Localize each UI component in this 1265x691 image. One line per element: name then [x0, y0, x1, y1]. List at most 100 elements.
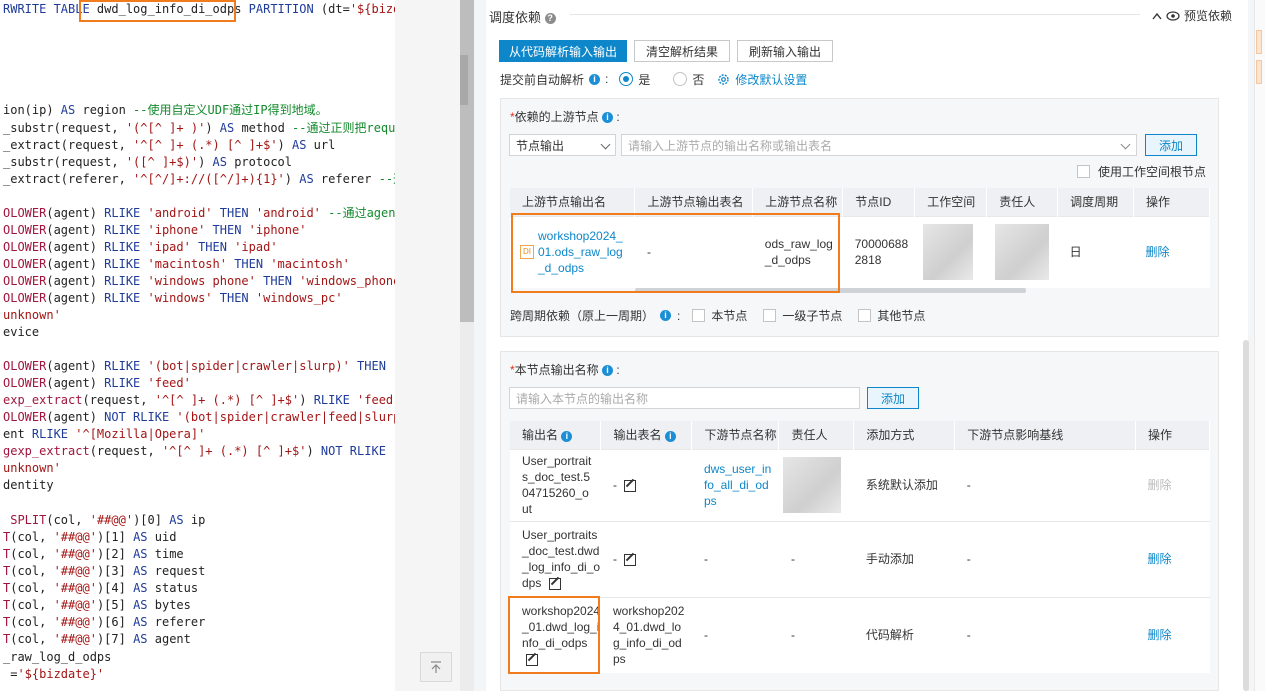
- code-token: SPLIT: [10, 513, 47, 527]
- owner-cell: -: [778, 596, 854, 673]
- eye-icon: [1166, 10, 1180, 21]
- code-token: OLOWER: [3, 274, 47, 288]
- gear-icon[interactable]: [717, 73, 730, 86]
- code-token: )[7]: [96, 632, 134, 646]
- use-root-node-checkbox[interactable]: 使用工作空间根节点: [1077, 163, 1206, 180]
- code-token: RLIKE: [104, 359, 141, 373]
- code-line: evice: [3, 324, 39, 341]
- edit-icon[interactable]: [548, 577, 561, 590]
- code-line: OLOWER(agent) RLIKE '(bot|spider|crawler…: [3, 358, 395, 375]
- radio-yes[interactable]: [619, 72, 634, 86]
- output-name-input[interactable]: 请输入本节点的输出名称: [509, 387, 860, 409]
- code-token: 'cr: [386, 359, 395, 373]
- checkbox-this-node[interactable]: [692, 309, 706, 322]
- table-row: User_portraits_doc_test.504715260_out - …: [510, 448, 1210, 521]
- upstream-type-select[interactable]: 节点输出: [509, 134, 616, 156]
- panel-scrollbar[interactable]: [1243, 340, 1249, 691]
- action-cell: 删除: [1135, 448, 1210, 521]
- delete-link[interactable]: 删除: [1148, 628, 1172, 642]
- code-token: (col,: [10, 547, 54, 561]
- clear-parse-button[interactable]: 清空解析结果: [634, 40, 730, 62]
- add-output-button[interactable]: 添加: [867, 387, 919, 409]
- code-token: '^[^ ]+ (.*) [^ ]+$': [154, 393, 300, 407]
- code-token: unknown': [3, 461, 61, 475]
- code-token: '##@@': [89, 513, 134, 527]
- code-token: (dt=: [320, 2, 350, 16]
- code-token: PARTITION: [241, 2, 321, 16]
- code-token: --通过: [378, 172, 395, 186]
- back-to-top-button[interactable]: [420, 652, 452, 682]
- info-icon[interactable]: i: [589, 73, 601, 85]
- sidebar-tab[interactable]: [1256, 30, 1262, 54]
- info-icon[interactable]: i: [602, 365, 614, 377]
- owner-cell: -: [778, 520, 854, 597]
- code-token: ): [299, 393, 314, 407]
- code-token: time: [147, 547, 184, 561]
- checkbox-other-node[interactable]: [858, 309, 872, 322]
- table-horizontal-scrollbar[interactable]: [635, 288, 1026, 293]
- code-token: request: [147, 564, 206, 578]
- help-icon[interactable]: ?: [544, 13, 556, 25]
- modify-default-settings-link[interactable]: 修改默认设置: [735, 71, 807, 88]
- add-upstream-button[interactable]: 添加: [1145, 134, 1197, 156]
- radio-no[interactable]: [673, 72, 688, 86]
- delete-link[interactable]: 删除: [1146, 245, 1170, 259]
- code-line: OLOWER(agent) RLIKE 'feed': [3, 375, 191, 392]
- table-row: workshop2024_01.dwd_log_info_di_odps wor…: [510, 596, 1210, 673]
- info-icon[interactable]: i: [561, 430, 573, 442]
- code-token: evice: [3, 325, 40, 339]
- code-token: (request,: [89, 444, 162, 458]
- code-line: exp_extract(request, '^[^ ]+ (.*) [^ ]+$…: [3, 392, 395, 409]
- info-icon[interactable]: i: [602, 112, 614, 124]
- code-token: _substr(request,: [3, 155, 126, 169]
- code-token: 'windows_phone': [299, 274, 395, 288]
- parse-from-code-button[interactable]: 从代码解析输入输出: [499, 40, 627, 62]
- code-line: OLOWER(agent) RLIKE 'ipad' THEN 'ipad': [3, 239, 278, 256]
- checkbox-child-node[interactable]: [763, 309, 777, 322]
- refresh-io-button[interactable]: 刷新输入输出: [737, 40, 833, 62]
- edit-icon[interactable]: [624, 479, 637, 492]
- editor-scrollbar-thumb[interactable]: [460, 0, 474, 322]
- code-line: T(col, '##@@')[2] AS time: [3, 546, 184, 563]
- code-token: region: [75, 103, 134, 117]
- preview-dependency[interactable]: 预览依赖: [1152, 7, 1232, 24]
- delete-link[interactable]: 删除: [1148, 552, 1172, 566]
- edit-icon[interactable]: [526, 654, 538, 667]
- code-line: RWRITE TABLE dwd_log_info_di_odps PARTIT…: [3, 1, 395, 18]
- sidebar-tab[interactable]: [1256, 60, 1262, 84]
- code-token: AS: [292, 138, 307, 152]
- info-icon[interactable]: i: [664, 430, 676, 442]
- chevron-up-icon[interactable]: [1152, 12, 1162, 20]
- code-token: AS: [133, 632, 148, 646]
- chevron-down-icon: [1120, 139, 1131, 150]
- code-token: uid: [147, 530, 177, 544]
- code-token: --通过agent得: [328, 206, 395, 220]
- code-token: =: [3, 667, 18, 681]
- code-token: 'windows_pc': [248, 291, 343, 305]
- code-editor[interactable]: RWRITE TABLE dwd_log_info_di_odps PARTIT…: [0, 0, 395, 691]
- edit-icon[interactable]: [624, 553, 637, 566]
- divider: [570, 14, 1140, 15]
- downstream-node-cell: dws_user_info_all_di_odps: [691, 448, 779, 521]
- code-token: 'android': [140, 206, 213, 220]
- code-token: AS: [219, 121, 235, 135]
- code-token: '^[Mozilla|Opera]': [68, 427, 206, 441]
- code-token: (agent): [46, 410, 105, 424]
- table-row: User_portraits_doc_test.dwd_log_info_di_…: [510, 520, 1210, 597]
- code-token: THEN: [212, 206, 249, 220]
- code-token: )[2]: [96, 547, 134, 561]
- output-table-cell: -: [600, 520, 692, 597]
- code-token: '^[^/]+://([^/]+){1}': [133, 172, 285, 186]
- delete-link-disabled: 删除: [1147, 478, 1172, 492]
- code-token: THEN: [349, 359, 386, 373]
- code-token: (col,: [10, 564, 54, 578]
- info-icon[interactable]: i: [660, 310, 672, 321]
- auto-parse-row: 提交前自动解析 i : 是 否 修改默认设置: [500, 71, 808, 88]
- code-token: '##@@': [53, 564, 97, 578]
- code-token: --通过正则把reque: [292, 121, 395, 135]
- code-token: AS: [212, 155, 227, 169]
- code-token: (col,: [10, 632, 54, 646]
- upstream-search-input[interactable]: 请输入上游节点的输出名称或输出表名: [621, 134, 1137, 156]
- code-token: '##@@': [53, 615, 97, 629]
- checkbox[interactable]: [1077, 165, 1090, 178]
